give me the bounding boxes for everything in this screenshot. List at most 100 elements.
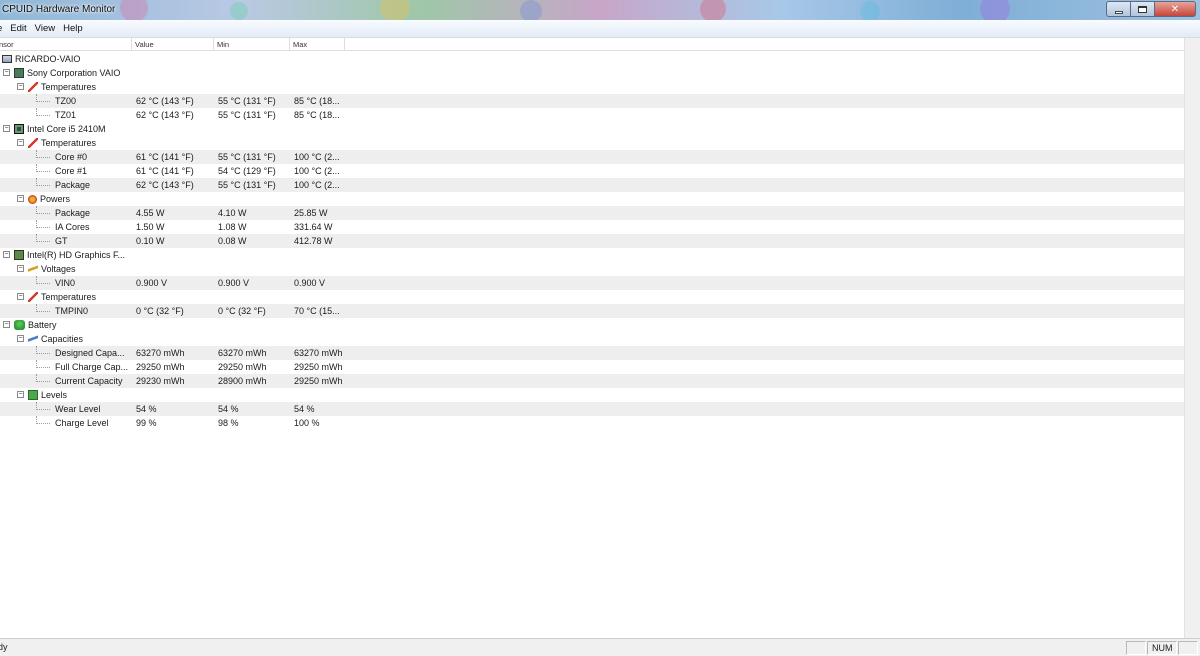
tree-row[interactable]: Package 4.55 W 4.10 W 25.85 W	[0, 206, 1184, 220]
collapse-icon[interactable]: −	[17, 139, 24, 146]
sensor-value: 29230 mWh	[136, 376, 185, 386]
tree-node: TZ01	[55, 108, 76, 122]
sensor-value: 0.900 V	[136, 278, 168, 288]
sensor-value: 61 °C (141 °F)	[136, 166, 194, 176]
minimize-button[interactable]	[1106, 1, 1130, 17]
tree-node: Temperatures	[28, 136, 96, 150]
column-sensor[interactable]: nsor	[0, 38, 132, 51]
sensor-max: 100 %	[294, 418, 320, 428]
tree-row[interactable]: Core #1 61 °C (141 °F) 54 °C (129 °F) 100 °…	[0, 164, 1184, 178]
tree-node-label: Charge Level	[55, 418, 109, 428]
close-button[interactable]: ✕	[1154, 1, 1196, 17]
column-value[interactable]: Value	[132, 38, 214, 51]
menu-edit[interactable]: Edit	[6, 23, 30, 34]
tree-row[interactable]: TZ01 62 °C (143 °F) 55 °C (131 °F) 85 °C (1…	[0, 108, 1184, 122]
sensor-value: 54 %	[136, 404, 157, 414]
tree-node-label: Voltages	[41, 264, 76, 274]
sensor-value: 63270 mWh	[136, 348, 185, 358]
sensor-max: 25.85 W	[294, 208, 328, 218]
column-max[interactable]: Max	[290, 38, 345, 51]
collapse-icon[interactable]: −	[3, 125, 10, 132]
tree-row[interactable]: − Powers	[0, 192, 1184, 206]
collapse-icon[interactable]: −	[17, 83, 24, 90]
tree-row[interactable]: − Temperatures	[0, 290, 1184, 304]
tree-node-label: Full Charge Cap...	[55, 362, 129, 372]
tree-node-label: Powers	[40, 194, 71, 204]
tree-node-label: Wear Level	[55, 404, 101, 414]
sensor-min: 28900 mWh	[218, 376, 267, 386]
collapse-icon[interactable]: −	[17, 265, 24, 272]
tree-node: GT	[55, 234, 68, 248]
tree-node: IA Cores	[55, 220, 90, 234]
menu-help[interactable]: Help	[59, 23, 87, 34]
tree-node: Core #1	[55, 164, 87, 178]
tree-node-label: Designed Capa...	[55, 348, 125, 358]
tree-row[interactable]: RICARDO-VAIO	[0, 52, 1184, 66]
tree-node-label: Package	[55, 208, 91, 218]
status-bar: dy NUM	[0, 638, 1200, 656]
column-min[interactable]: Min	[214, 38, 290, 51]
tree-row[interactable]: GT 0.10 W 0.08 W 412.78 W	[0, 234, 1184, 248]
tree-node-label: IA Cores	[55, 222, 90, 232]
collapse-icon[interactable]: −	[17, 293, 24, 300]
sensor-min: 55 °C (131 °F)	[218, 152, 276, 162]
tree-row[interactable]: VIN0 0.900 V 0.900 V 0.900 V	[0, 276, 1184, 290]
tree-row[interactable]: Current Capacity 29230 mWh 28900 mWh 29250 …	[0, 374, 1184, 388]
sensor-max: 54 %	[294, 404, 315, 414]
tree-node: Powers	[28, 192, 70, 206]
tree-row[interactable]: IA Cores 1.50 W 1.08 W 331.64 W	[0, 220, 1184, 234]
tree-row[interactable]: Package 62 °C (143 °F) 55 °C (131 °F) 100 °…	[0, 178, 1184, 192]
tree-node-label: Temperatures	[41, 138, 97, 148]
tree-node: Core #0	[55, 150, 87, 164]
thermo-icon	[28, 292, 38, 302]
tree-node-label: Core #1	[55, 166, 88, 176]
tree-node-label: Temperatures	[41, 292, 97, 302]
collapse-icon[interactable]: −	[17, 391, 24, 398]
collapse-icon[interactable]: −	[3, 321, 10, 328]
tree-branch-line	[36, 108, 50, 116]
tree-row[interactable]: − Temperatures	[0, 80, 1184, 94]
collapse-icon[interactable]: −	[3, 69, 10, 76]
collapse-icon[interactable]: −	[17, 335, 24, 342]
sensor-value: 0.10 W	[136, 236, 165, 246]
tree-node-label: Intel(R) HD Graphics F...	[27, 250, 126, 260]
menu-view[interactable]: View	[31, 23, 59, 34]
tree-row[interactable]: − Voltages	[0, 262, 1184, 276]
tree-branch-line	[36, 402, 50, 410]
tree-row[interactable]: Designed Capa... 63270 mWh 63270 mWh 63270 …	[0, 346, 1184, 360]
tree-node: Intel Core i5 2410M	[14, 122, 106, 136]
tree-row[interactable]: Core #0 61 °C (141 °F) 55 °C (131 °F) 100 °…	[0, 150, 1184, 164]
tree-node: Full Charge Cap...	[55, 360, 128, 374]
maximize-button[interactable]	[1130, 1, 1154, 17]
tree-row[interactable]: TMPIN0 0 °C (32 °F) 0 °C (32 °F) 70 °C (15.…	[0, 304, 1184, 318]
tree-node: RICARDO-VAIO	[2, 52, 80, 66]
tree-row[interactable]: − Intel(R) HD Graphics F...	[0, 248, 1184, 262]
sensor-min: 55 °C (131 °F)	[218, 96, 276, 106]
tree-row[interactable]: − Levels	[0, 388, 1184, 402]
tree-node: Temperatures	[28, 290, 96, 304]
tree-branch-line	[36, 374, 50, 382]
tree-row[interactable]: Charge Level 99 % 98 % 100 %	[0, 416, 1184, 430]
tree-node-label: TMPIN0	[55, 306, 89, 316]
tree-row[interactable]: Full Charge Cap... 29250 mWh 29250 mWh 2925…	[0, 360, 1184, 374]
tree-node-label: Intel Core i5 2410M	[27, 124, 106, 134]
tree-row[interactable]: − Temperatures	[0, 136, 1184, 150]
tree-node-label: TZ01	[55, 110, 77, 120]
tree-node-label: Sony Corporation VAIO	[27, 68, 121, 78]
tree-row[interactable]: − Battery	[0, 318, 1184, 332]
close-icon: ✕	[1170, 3, 1180, 15]
title-bar[interactable]: CPUID Hardware Monitor ✕	[0, 0, 1200, 20]
sensor-min: 0 °C (32 °F)	[218, 306, 266, 316]
tree-branch-line	[36, 164, 50, 172]
tree-node: Battery	[14, 318, 57, 332]
tree-row[interactable]: Wear Level 54 % 54 % 54 %	[0, 402, 1184, 416]
collapse-icon[interactable]: −	[3, 251, 10, 258]
sensor-min: 0.900 V	[218, 278, 250, 288]
tree-row[interactable]: TZ00 62 °C (143 °F) 55 °C (131 °F) 85 °C (1…	[0, 94, 1184, 108]
tree-node: Temperatures	[28, 80, 96, 94]
tree-row[interactable]: − Capacities	[0, 332, 1184, 346]
tree-row[interactable]: − Intel Core i5 2410M	[0, 122, 1184, 136]
vertical-scrollbar[interactable]	[1184, 38, 1200, 638]
collapse-icon[interactable]: −	[17, 195, 24, 202]
tree-row[interactable]: − Sony Corporation VAIO	[0, 66, 1184, 80]
